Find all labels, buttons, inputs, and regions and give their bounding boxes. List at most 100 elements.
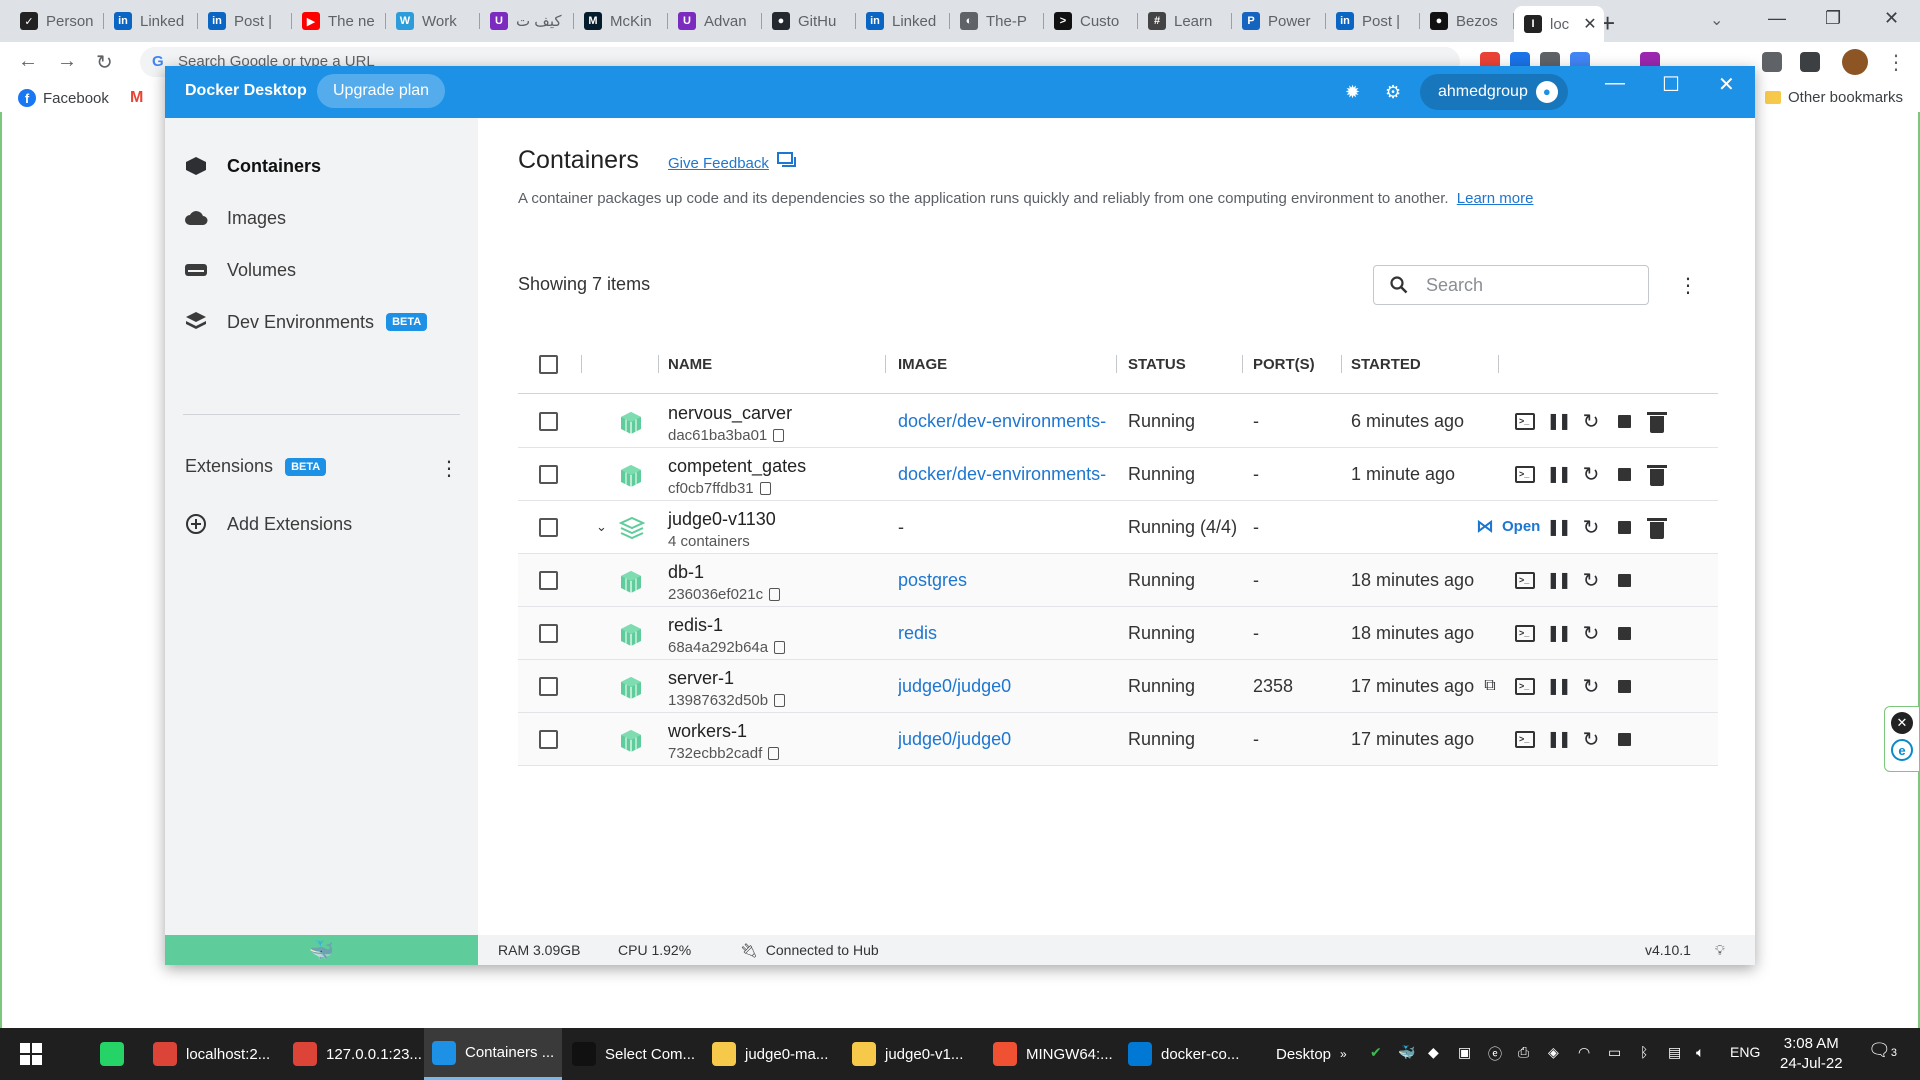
extensions-puzzle-icon[interactable]: [1762, 52, 1782, 72]
account-button[interactable]: ahmedgroup ●: [1420, 74, 1568, 110]
tray-security-icon[interactable]: ◈: [1548, 1044, 1559, 1061]
table-row[interactable]: workers-1 732ecbb2cadf judge0/judge0 Runnin…: [518, 713, 1718, 766]
container-name[interactable]: competent_gates: [668, 456, 806, 477]
browser-tab[interactable]: in Linked: [856, 6, 950, 36]
container-image[interactable]: docker/dev-environments-: [898, 411, 1116, 432]
terminal-icon[interactable]: >_: [1513, 674, 1537, 698]
browser-tab[interactable]: in Linked: [104, 6, 198, 36]
back-icon[interactable]: ←: [18, 50, 38, 73]
browser-tab[interactable]: # Learn: [1138, 6, 1232, 36]
table-row-group[interactable]: ⌄ judge0-v1130 4 containers - Running (4/4) -…: [518, 501, 1718, 554]
container-name[interactable]: workers-1: [668, 721, 747, 742]
docker-maximize-icon[interactable]: ☐: [1662, 72, 1680, 97]
docker-minimize-icon[interactable]: —: [1605, 72, 1625, 95]
docker-whale-icon[interactable]: 🐳: [165, 935, 478, 965]
copy-icon[interactable]: [773, 429, 785, 442]
clock[interactable]: 3:08 AM 24-Jul-22: [1780, 1034, 1843, 1074]
terminal-icon[interactable]: >_: [1513, 462, 1537, 486]
taskbar-app[interactable]: [92, 1028, 141, 1080]
browser-tab[interactable]: ▶ The ne: [292, 6, 386, 36]
start-button[interactable]: [12, 1028, 50, 1080]
tray-docker-icon[interactable]: 🐳: [1398, 1044, 1415, 1061]
terminal-icon[interactable]: >_: [1513, 621, 1537, 645]
row-checkbox[interactable]: [539, 677, 558, 696]
notifications-icon[interactable]: 🗨︎3: [1868, 1040, 1897, 1061]
sidebar-item-images[interactable]: Images: [183, 204, 286, 232]
docker-close-icon[interactable]: ✕: [1718, 72, 1735, 97]
delete-icon[interactable]: [1645, 517, 1669, 542]
stop-icon[interactable]: [1612, 515, 1636, 539]
sidebar-item-dev-environments[interactable]: Dev Environments BETA: [183, 308, 428, 336]
tab-close-icon[interactable]: ✕: [1583, 14, 1596, 34]
delete-icon[interactable]: [1645, 464, 1669, 489]
bluetooth-icon[interactable]: ᛒ: [1640, 1044, 1648, 1060]
table-options-icon[interactable]: ⋮: [1678, 273, 1698, 298]
column-header-status[interactable]: STATUS: [1128, 356, 1186, 373]
column-header-name[interactable]: NAME: [668, 356, 712, 373]
side-panel-icon[interactable]: [1800, 52, 1820, 72]
bug-icon[interactable]: ✹: [1345, 82, 1360, 103]
terminal-icon[interactable]: >_: [1513, 727, 1537, 751]
container-name[interactable]: server-1: [668, 668, 734, 689]
search-input[interactable]: Search: [1373, 265, 1649, 305]
wifi-icon[interactable]: ◠: [1578, 1044, 1590, 1061]
terminal-icon[interactable]: >_: [1513, 409, 1537, 433]
restart-icon[interactable]: ↻: [1579, 462, 1603, 486]
open-in-browser-icon[interactable]: ⧉: [1478, 674, 1502, 698]
taskbar-app[interactable]: judge0-v1...: [844, 1028, 971, 1080]
row-checkbox[interactable]: [539, 571, 558, 590]
browser-tab[interactable]: in Post |: [198, 6, 292, 36]
container-name[interactable]: judge0-v1130: [668, 509, 776, 530]
row-checkbox[interactable]: [539, 730, 558, 749]
extensions-menu-icon[interactable]: ⋮: [439, 456, 459, 481]
copy-icon[interactable]: [769, 588, 781, 601]
restart-icon[interactable]: ↻: [1579, 674, 1603, 698]
close-widget-icon[interactable]: ✕: [1891, 712, 1913, 734]
table-row[interactable]: db-1 236036ef021c postgres Running - 18 minut…: [518, 554, 1718, 607]
network-icon[interactable]: ▤: [1668, 1044, 1681, 1061]
column-header-started[interactable]: STARTED: [1351, 356, 1421, 373]
tray-check-icon[interactable]: ✔: [1370, 1044, 1382, 1061]
reload-icon[interactable]: ↻: [96, 50, 113, 75]
minimize-icon[interactable]: —: [1768, 8, 1786, 29]
learn-more-link[interactable]: Learn more: [1457, 190, 1534, 207]
browser-tab[interactable]: ◐ The-P: [950, 6, 1044, 36]
copy-icon[interactable]: [774, 694, 786, 707]
close-window-icon[interactable]: ✕: [1884, 8, 1899, 29]
browser-tab[interactable]: U كيف ت: [480, 6, 574, 36]
stop-icon[interactable]: [1612, 674, 1636, 698]
taskbar-app[interactable]: 127.0.0.1:23...: [285, 1028, 430, 1080]
browser-tab[interactable]: M McKin: [574, 6, 668, 36]
taskbar-app[interactable]: Containers ...: [424, 1028, 563, 1080]
pause-icon[interactable]: ❚❚: [1546, 621, 1572, 645]
taskbar-app[interactable]: localhost:2...: [145, 1028, 278, 1080]
language-indicator[interactable]: ENG: [1730, 1044, 1760, 1060]
profile-avatar[interactable]: [1842, 49, 1868, 75]
container-image[interactable]: judge0/judge0: [898, 676, 1116, 697]
sidebar-item-volumes[interactable]: Volumes: [183, 256, 296, 284]
copy-icon[interactable]: [774, 641, 786, 654]
terminal-icon[interactable]: >_: [1513, 568, 1537, 592]
browser-tab[interactable]: U Advan: [668, 6, 762, 36]
stop-icon[interactable]: [1612, 568, 1636, 592]
stop-icon[interactable]: [1612, 621, 1636, 645]
restart-icon[interactable]: ↻: [1579, 727, 1603, 751]
restart-icon[interactable]: ↻: [1579, 621, 1603, 645]
row-checkbox[interactable]: [539, 412, 558, 431]
stop-icon[interactable]: [1612, 409, 1636, 433]
row-checkbox[interactable]: [539, 624, 558, 643]
table-row[interactable]: nervous_carver dac61ba3ba01 docker/dev-env…: [518, 395, 1718, 448]
browser-tab[interactable]: ✓ Person: [10, 6, 104, 36]
column-header-ports[interactable]: PORT(S): [1253, 356, 1315, 373]
pause-icon[interactable]: ❚❚: [1546, 674, 1572, 698]
tab-search-icon[interactable]: ⌄: [1710, 10, 1723, 30]
stop-icon[interactable]: [1612, 462, 1636, 486]
gear-icon[interactable]: ⚙: [1385, 82, 1401, 103]
tray-app-icon[interactable]: ◆: [1428, 1044, 1439, 1061]
pause-icon[interactable]: ❚❚: [1546, 727, 1572, 751]
pause-icon[interactable]: ❚❚: [1546, 568, 1572, 592]
column-header-image[interactable]: IMAGE: [898, 356, 947, 373]
taskbar-app[interactable]: Select Com...: [564, 1028, 703, 1080]
add-extensions-button[interactable]: Add Extensions: [183, 510, 352, 538]
browser-tab[interactable]: ● Bezos: [1420, 6, 1514, 36]
